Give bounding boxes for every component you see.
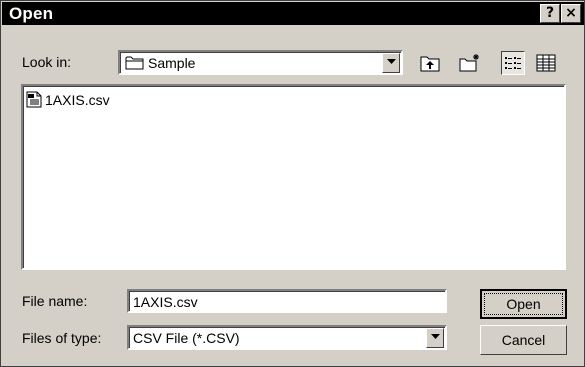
look-in-dropdown[interactable]: Sample	[118, 50, 403, 75]
open-dialog: Open ? × Look in: Sample 1AXIS.csv File …	[0, 0, 585, 367]
file-name-text: 1AXIS.csv	[45, 92, 110, 108]
chevron-down-icon	[387, 59, 396, 64]
look-in-value: Sample	[148, 55, 196, 71]
details-view-button[interactable]	[534, 51, 558, 75]
csv-file-icon	[26, 91, 42, 108]
up-one-level-button[interactable]	[418, 51, 442, 75]
open-button-label: Open	[506, 296, 541, 312]
up-one-level-icon	[420, 56, 440, 72]
file-type-dropdown-button[interactable]	[426, 328, 444, 348]
open-button[interactable]: Open	[480, 289, 567, 319]
new-folder-button[interactable]	[457, 51, 481, 75]
file-name-value: 1AXIS.csv	[133, 294, 198, 310]
folder-icon	[125, 55, 145, 75]
look-in-dropdown-button[interactable]	[382, 53, 400, 73]
cancel-button[interactable]: Cancel	[480, 325, 567, 355]
close-button[interactable]: ×	[561, 4, 581, 23]
help-button[interactable]: ?	[540, 4, 560, 23]
dialog-title: Open	[9, 4, 54, 23]
look-in-label-text: Look in:	[22, 54, 72, 70]
look-in-label: Look in:	[22, 54, 71, 70]
list-view-icon	[505, 57, 521, 69]
cancel-button-label: Cancel	[501, 332, 546, 348]
chevron-down-icon	[431, 334, 440, 339]
new-folder-icon	[459, 54, 479, 72]
file-type-value: CSV File (*.CSV)	[133, 330, 240, 346]
file-name-field[interactable]: 1AXIS.csv	[127, 289, 447, 313]
file-type-dropdown[interactable]: CSV File (*.CSV)	[127, 325, 447, 350]
file-list[interactable]: 1AXIS.csv	[21, 84, 566, 270]
file-type-label: Files of type:	[22, 330, 102, 346]
list-view-button[interactable]	[501, 51, 525, 75]
details-view-icon	[536, 54, 556, 72]
file-name-label: File name:	[22, 293, 88, 309]
title-bar[interactable]: Open ? ×	[2, 2, 584, 25]
